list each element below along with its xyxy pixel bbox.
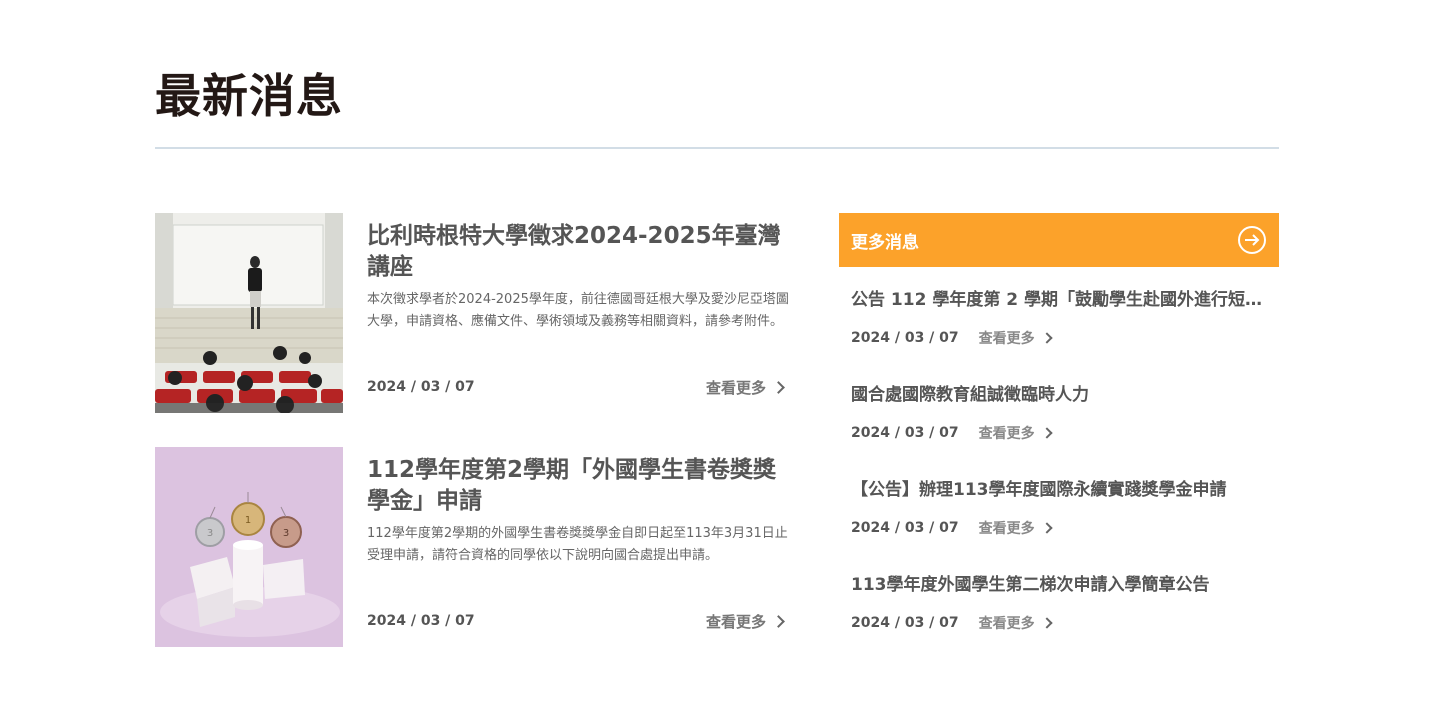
read-more-label: 查看更多 (978, 426, 1035, 442)
more-news-label: 更多消息 (851, 232, 919, 253)
svg-text:3: 3 (207, 528, 213, 539)
read-more-label: 查看更多 (978, 616, 1035, 632)
read-more-label: 查看更多 (978, 521, 1035, 537)
news-date: 2024 / 03 / 07 (851, 520, 959, 536)
page-title: 最新消息 (155, 69, 343, 123)
more-news-panel: 更多消息 公告 112 學年度第 2 學期「鼓勵學生赴國外進行短期研修交換」 2… (839, 213, 1279, 632)
read-more-link[interactable]: 查看更多 (979, 423, 1055, 443)
lecture-photo[interactable] (155, 213, 343, 413)
svg-text:3: 3 (283, 528, 289, 539)
news-list-item[interactable]: 國合處國際教育組誠徵臨時人力 2024 / 03 / 07 查看更多 (851, 380, 1267, 443)
featured-news-card[interactable]: 比利時根特大學徵求2024-2025年臺灣講座 本次徵求學者於2024-2025… (155, 213, 789, 413)
news-list-item[interactable]: 【公告】辦理113學年度國際永續實踐獎學金申請 2024 / 03 / 07 查… (851, 475, 1267, 538)
featured-news-date: 2024 / 03 / 07 (367, 613, 475, 629)
read-more-label: 查看更多 (978, 331, 1035, 347)
news-date: 2024 / 03 / 07 (851, 330, 959, 346)
news-date: 2024 / 03 / 07 (851, 425, 959, 441)
news-title[interactable]: 113學年度外國學生第二梯次申請入學簡章公告 (851, 570, 1265, 595)
read-more-label: 查看更多 (705, 379, 766, 397)
chevron-right-icon (1040, 332, 1053, 344)
featured-news-title[interactable]: 112學年度第2學期「外國學生書卷獎獎學金」申請 (367, 455, 787, 517)
featured-news-date: 2024 / 03 / 07 (367, 379, 475, 395)
news-title[interactable]: 公告 112 學年度第 2 學期「鼓勵學生赴國外進行短期研修交換」 (851, 285, 1265, 310)
featured-news-title[interactable]: 比利時根特大學徵求2024-2025年臺灣講座 (367, 221, 787, 283)
news-list-item[interactable]: 公告 112 學年度第 2 學期「鼓勵學生赴國外進行短期研修交換」 2024 /… (851, 285, 1267, 348)
news-list-item[interactable]: 113學年度外國學生第二梯次申請入學簡章公告 2024 / 03 / 07 查看… (851, 570, 1267, 633)
read-more-link[interactable]: 查看更多 (979, 613, 1055, 633)
read-more-link[interactable]: 查看更多 (979, 518, 1055, 538)
featured-news-card[interactable]: 3 1 3 112學年度第2學期「外國學生書卷獎獎學金」申請 112學年度第2學期的… (155, 447, 788, 647)
news-title[interactable]: 【公告】辦理113學年度國際永續實踐獎學金申請 (851, 475, 1265, 500)
read-more-link[interactable]: 查看更多 (979, 328, 1055, 348)
read-more-link[interactable]: 查看更多 (706, 611, 787, 632)
chevron-right-icon (772, 381, 785, 394)
chevron-right-icon (1040, 427, 1053, 439)
medals-photo[interactable]: 3 1 3 (155, 447, 343, 647)
chevron-right-icon (1040, 522, 1053, 534)
news-date: 2024 / 03 / 07 (851, 615, 959, 631)
more-news-header[interactable]: 更多消息 (839, 213, 1279, 267)
chevron-right-icon (1040, 617, 1053, 629)
news-title[interactable]: 國合處國際教育組誠徵臨時人力 (851, 380, 1265, 405)
featured-news-description: 本次徵求學者於2024-2025學年度，前往德國哥廷根大學及愛沙尼亞塔圖大學，申… (367, 292, 789, 329)
circle-arrow-right-icon[interactable] (1237, 225, 1267, 255)
title-divider (155, 147, 1279, 149)
chevron-right-icon (772, 615, 785, 628)
featured-news-description: 112學年度第2學期的外國學生書卷獎獎學金自即日起至113年3月31日止受理申請… (367, 526, 788, 563)
read-more-label: 查看更多 (705, 613, 766, 631)
svg-text:1: 1 (245, 515, 251, 526)
read-more-link[interactable]: 查看更多 (706, 377, 787, 398)
